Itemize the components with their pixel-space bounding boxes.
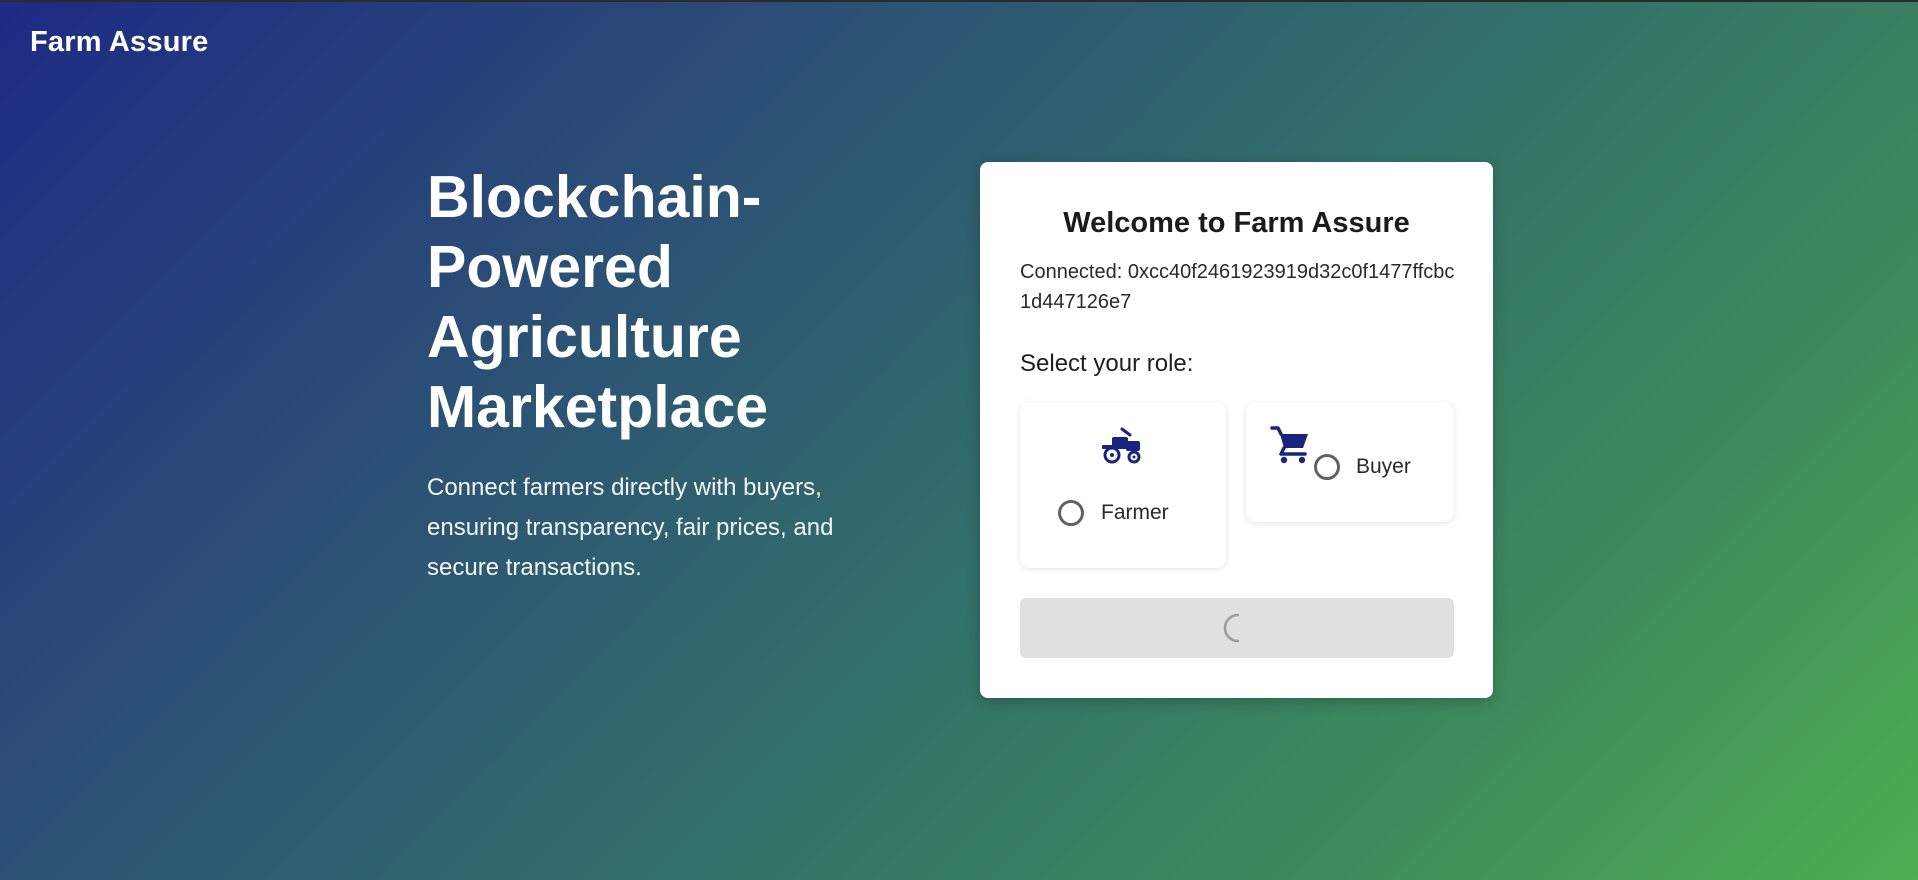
tractor-icon — [1102, 427, 1141, 464]
farmer-label: Farmer — [1101, 501, 1169, 524]
hero-title: Blockchain-Powered Agriculture Marketpla… — [427, 164, 769, 440]
role-option-farmer[interactable]: Farmer — [1020, 402, 1226, 568]
role-prompt: Select your role: — [1020, 350, 1194, 377]
loading-spinner-icon — [1223, 613, 1240, 643]
shopping-cart-icon — [1270, 426, 1308, 464]
buyer-radio[interactable] — [1314, 454, 1340, 480]
login-card: Welcome to Farm Assure Connected: 0xcc40… — [980, 162, 1493, 698]
buyer-label: Buyer — [1356, 455, 1411, 478]
brand-title: Farm Assure — [30, 26, 209, 58]
hero-section: Blockchain-Powered Agriculture Marketpla… — [427, 162, 887, 588]
farmer-radio[interactable] — [1058, 500, 1084, 526]
role-option-buyer[interactable]: Buyer — [1246, 402, 1454, 522]
submit-button[interactable] — [1020, 598, 1454, 658]
card-title: Welcome to Farm Assure — [1063, 207, 1410, 239]
hero-subtitle: Connect farmers directly with buyers, en… — [427, 474, 834, 581]
connected-wallet-address: Connected: 0xcc40f2461923919d32c0f1477ff… — [1020, 261, 1455, 313]
